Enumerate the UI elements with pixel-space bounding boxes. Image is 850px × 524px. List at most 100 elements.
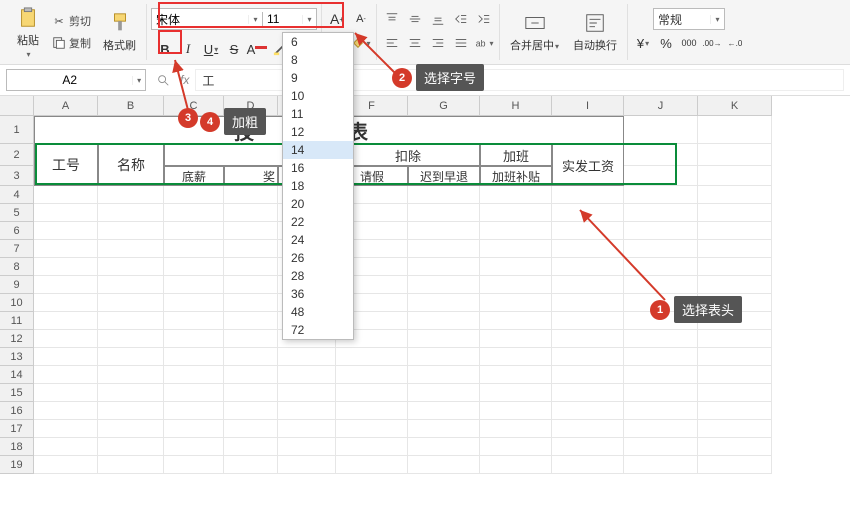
cell[interactable] xyxy=(624,330,698,348)
align-left-button[interactable] xyxy=(381,32,403,54)
cell[interactable] xyxy=(480,294,552,312)
font-size-input[interactable] xyxy=(262,12,302,26)
cell[interactable] xyxy=(480,240,552,258)
cell[interactable] xyxy=(480,420,552,438)
cell[interactable] xyxy=(224,456,278,474)
cell[interactable] xyxy=(336,348,408,366)
cell[interactable] xyxy=(624,116,698,144)
cell[interactable] xyxy=(480,456,552,474)
size-option-24[interactable]: 24 xyxy=(283,231,353,249)
cell[interactable] xyxy=(698,348,772,366)
size-option-20[interactable]: 20 xyxy=(283,195,353,213)
cell[interactable] xyxy=(480,330,552,348)
row-header-1[interactable]: 1 xyxy=(0,116,34,144)
cell[interactable] xyxy=(336,438,408,456)
row-header-3[interactable]: 3 xyxy=(0,166,34,186)
cell[interactable] xyxy=(98,384,164,402)
col-header-K[interactable]: K xyxy=(698,96,772,116)
cell[interactable] xyxy=(34,348,98,366)
font-color-button[interactable]: A xyxy=(246,38,268,60)
strikethrough-button[interactable]: S xyxy=(223,38,245,60)
row-header-16[interactable]: 16 xyxy=(0,402,34,420)
cell[interactable] xyxy=(224,330,278,348)
cell[interactable] xyxy=(278,348,336,366)
cell[interactable] xyxy=(34,258,98,276)
align-middle-button[interactable] xyxy=(404,8,426,30)
cell[interactable] xyxy=(34,204,98,222)
cell[interactable] xyxy=(624,402,698,420)
cell[interactable] xyxy=(698,258,772,276)
data-cell[interactable]: 加班补贴 xyxy=(480,166,552,186)
cell[interactable] xyxy=(224,420,278,438)
cell[interactable] xyxy=(98,240,164,258)
cell[interactable] xyxy=(278,420,336,438)
cell[interactable] xyxy=(698,438,772,456)
cell[interactable] xyxy=(224,240,278,258)
cell[interactable] xyxy=(552,258,624,276)
cell[interactable] xyxy=(336,402,408,420)
cell[interactable] xyxy=(34,438,98,456)
cell[interactable] xyxy=(34,186,98,204)
cell[interactable] xyxy=(480,384,552,402)
cell[interactable] xyxy=(552,276,624,294)
col-header-I[interactable]: I xyxy=(552,96,624,116)
cell[interactable] xyxy=(698,204,772,222)
cell[interactable] xyxy=(408,348,480,366)
cell[interactable] xyxy=(278,384,336,402)
cell[interactable] xyxy=(98,456,164,474)
cell[interactable] xyxy=(164,384,224,402)
percent-button[interactable]: % xyxy=(655,32,677,54)
cell[interactable] xyxy=(34,276,98,294)
copy-button[interactable]: 复制 xyxy=(48,33,95,53)
cell[interactable] xyxy=(278,402,336,420)
cell[interactable] xyxy=(336,456,408,474)
cell[interactable] xyxy=(98,276,164,294)
col-header-B[interactable]: B xyxy=(98,96,164,116)
cell[interactable] xyxy=(408,294,480,312)
cell[interactable] xyxy=(552,348,624,366)
cut-button[interactable]: ✂ 剪切 xyxy=(48,11,95,31)
cell[interactable] xyxy=(480,438,552,456)
cell[interactable] xyxy=(224,384,278,402)
cell[interactable] xyxy=(408,276,480,294)
cell[interactable] xyxy=(34,294,98,312)
cell[interactable] xyxy=(480,276,552,294)
cell[interactable] xyxy=(98,294,164,312)
cell[interactable] xyxy=(164,420,224,438)
cell[interactable] xyxy=(624,258,698,276)
paste-button[interactable]: 粘贴 ▾ xyxy=(10,2,46,63)
align-top-button[interactable] xyxy=(381,8,403,30)
cell[interactable] xyxy=(164,276,224,294)
cell[interactable] xyxy=(552,294,624,312)
decrease-indent-button[interactable] xyxy=(450,8,472,30)
size-option-36[interactable]: 36 xyxy=(283,285,353,303)
align-center-button[interactable] xyxy=(404,32,426,54)
size-option-8[interactable]: 8 xyxy=(283,51,353,69)
cell[interactable] xyxy=(480,312,552,330)
cell[interactable] xyxy=(552,402,624,420)
name-box-input[interactable] xyxy=(7,73,132,87)
cell[interactable] xyxy=(164,294,224,312)
cell[interactable] xyxy=(408,456,480,474)
row-header-5[interactable]: 5 xyxy=(0,204,34,222)
row-header-13[interactable]: 13 xyxy=(0,348,34,366)
name-box[interactable]: ▾ xyxy=(6,69,146,91)
cell[interactable] xyxy=(98,204,164,222)
cell[interactable] xyxy=(164,204,224,222)
cell[interactable] xyxy=(408,204,480,222)
col-header-H[interactable]: H xyxy=(480,96,552,116)
align-right-button[interactable] xyxy=(427,32,449,54)
wrap-text-button[interactable]: 自动换行 xyxy=(567,7,623,57)
cell[interactable] xyxy=(98,438,164,456)
cell[interactable] xyxy=(408,222,480,240)
cell[interactable] xyxy=(164,240,224,258)
cell[interactable] xyxy=(698,420,772,438)
size-option-16[interactable]: 16 xyxy=(283,159,353,177)
cell[interactable] xyxy=(224,258,278,276)
cell[interactable] xyxy=(224,276,278,294)
orientation-button[interactable]: ab▾ xyxy=(473,32,495,54)
decrease-decimal-button[interactable]: ←.0 xyxy=(724,32,746,54)
cell[interactable] xyxy=(224,186,278,204)
bold-button[interactable]: B xyxy=(154,38,176,60)
cell[interactable] xyxy=(624,366,698,384)
